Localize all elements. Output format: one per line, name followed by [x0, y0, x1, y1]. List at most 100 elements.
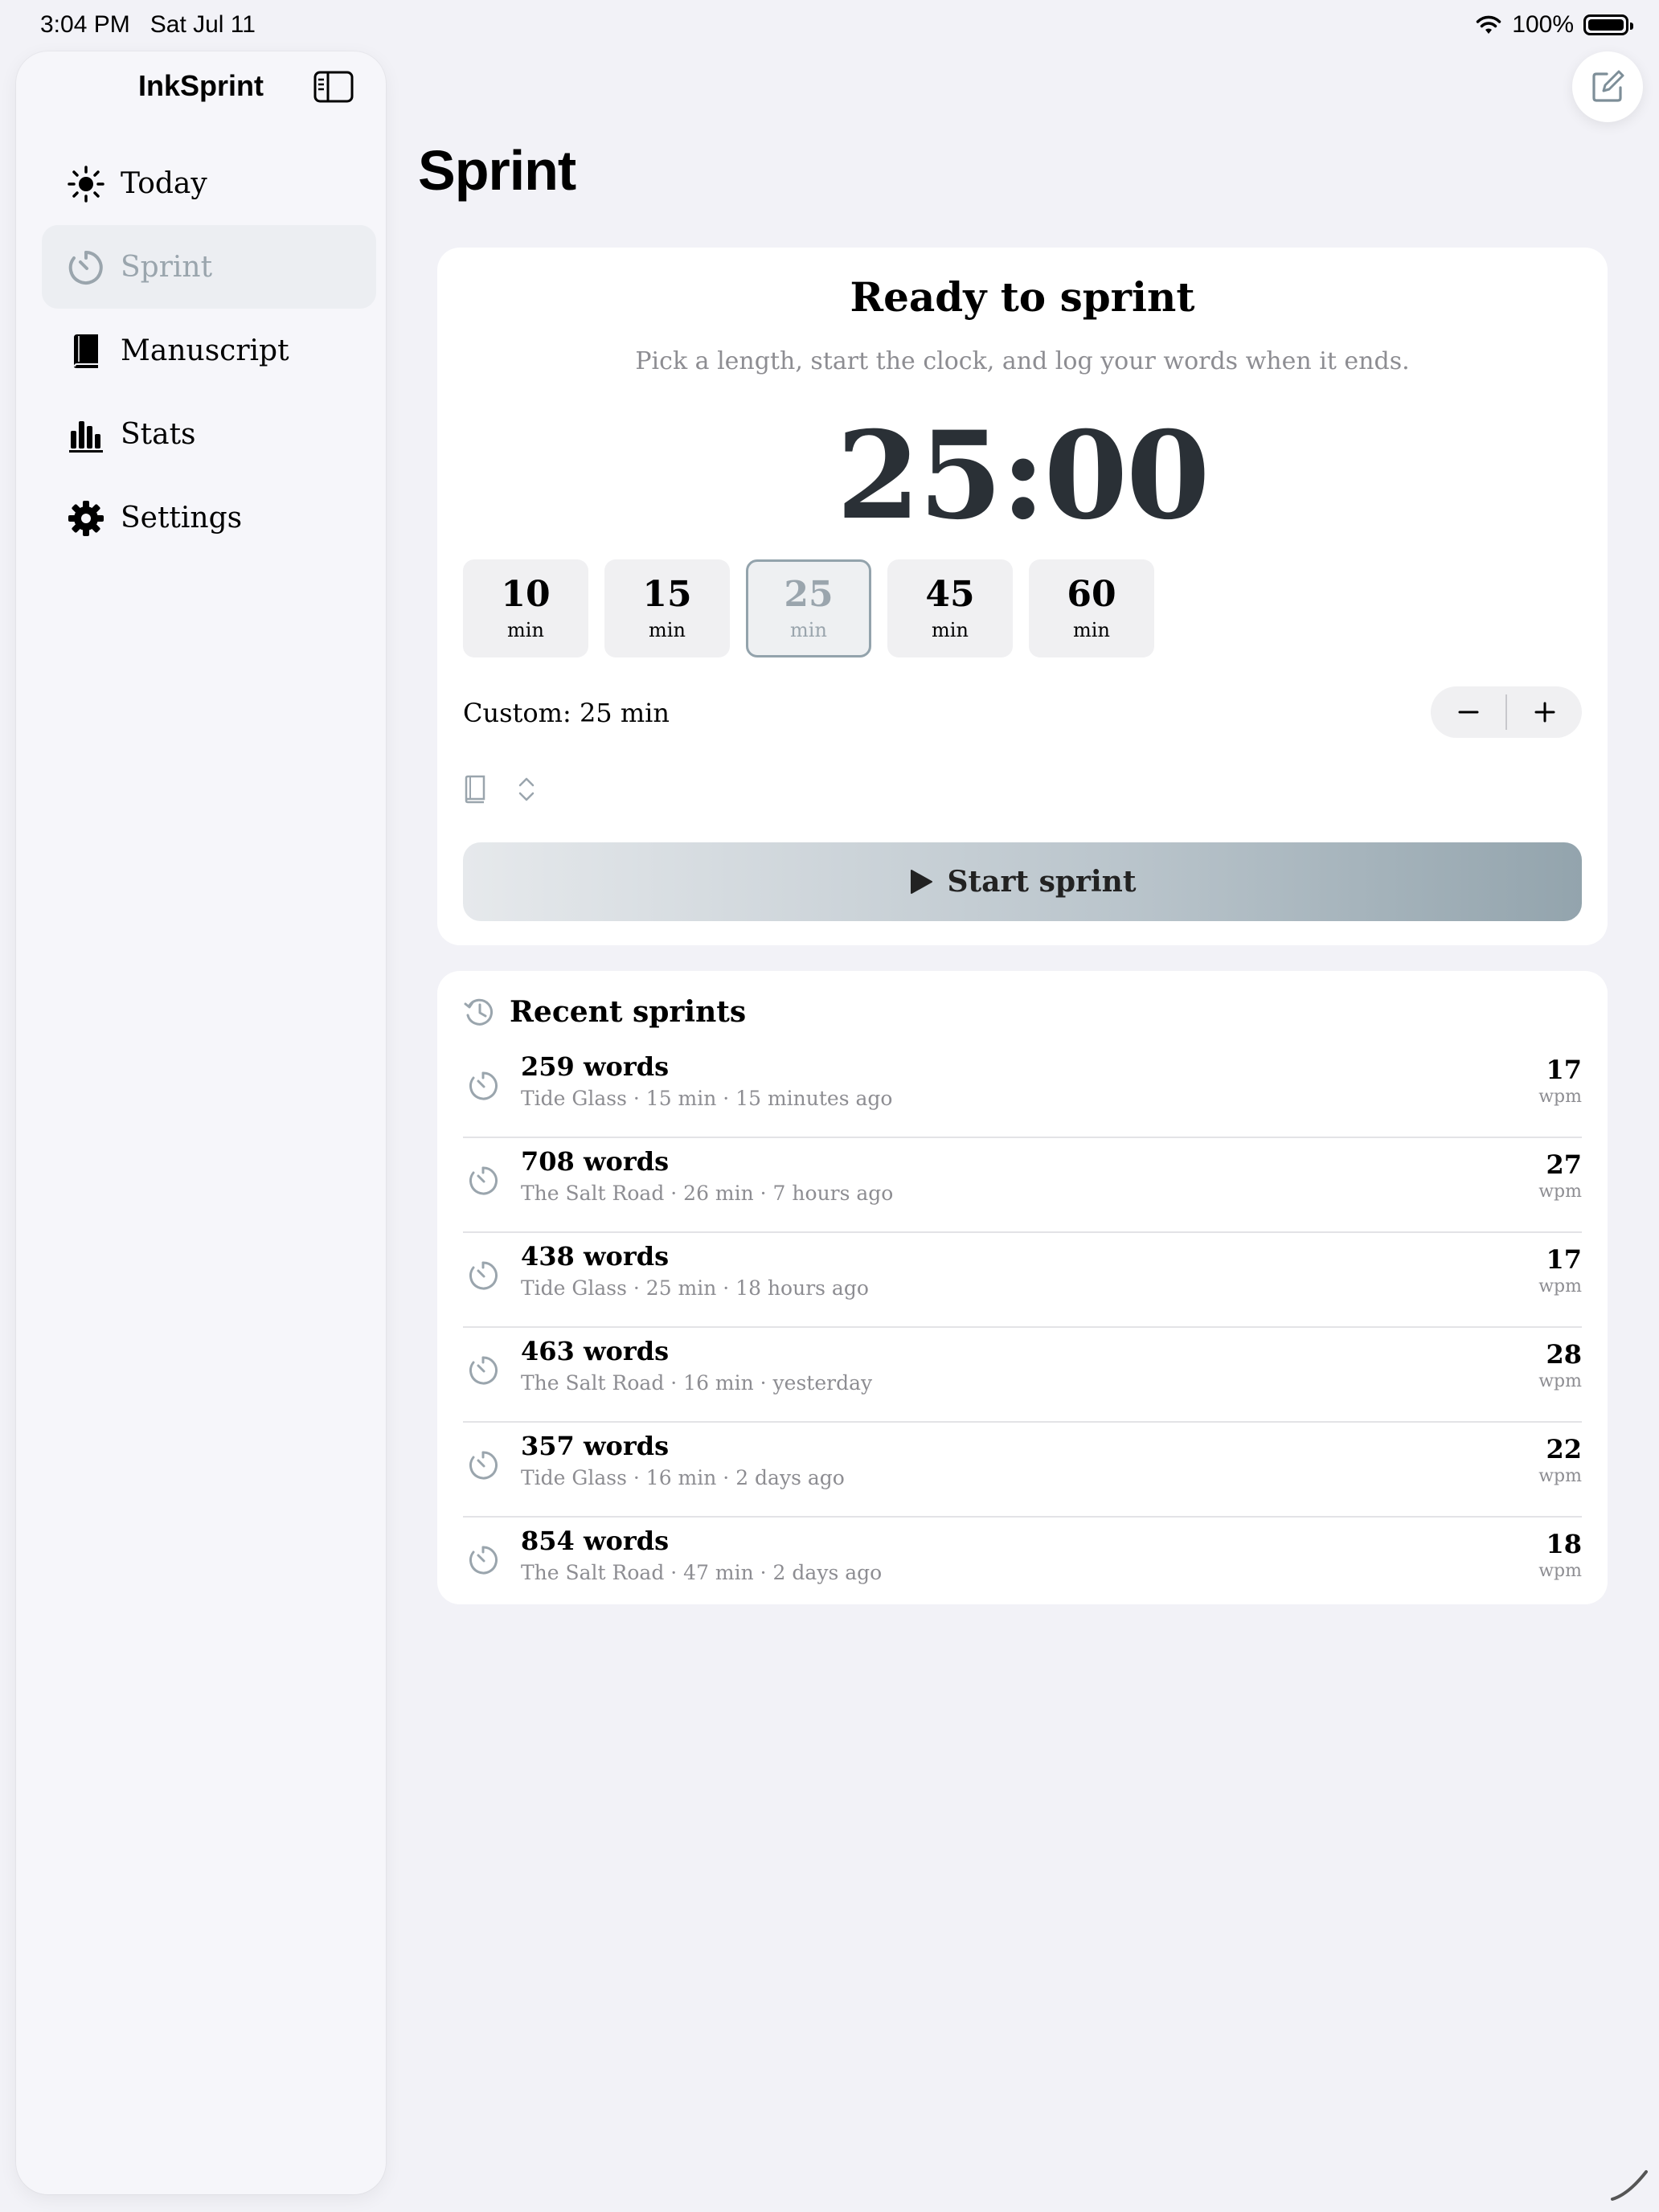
timer-icon — [469, 1546, 498, 1575]
sprint-meta: Tide Glass · 25 min · 18 hours ago — [521, 1276, 869, 1300]
custom-length-label: Custom: 25 min — [463, 698, 670, 728]
increment-button[interactable] — [1507, 686, 1582, 738]
preset-unit: min — [932, 619, 969, 641]
preset-unit: min — [649, 619, 686, 641]
status-clock: 3:04 PM — [40, 11, 130, 38]
sidebar-item-label: Stats — [121, 417, 196, 451]
sidebar-item-label: Manuscript — [121, 334, 289, 367]
preset-unit: min — [507, 619, 544, 641]
sidebar-item-today[interactable]: Today — [42, 141, 376, 225]
sprint-wpm-unit: wpm — [1538, 1561, 1582, 1581]
sprint-word-count: 854 words — [521, 1526, 670, 1556]
sprint-wpm-unit: wpm — [1538, 1087, 1582, 1107]
sidebar-item-label: Settings — [121, 501, 243, 535]
preset-unit: min — [1073, 619, 1110, 641]
sprint-meta: The Salt Road · 16 min · yesterday — [521, 1371, 873, 1395]
sidebar-item-manuscript[interactable]: Manuscript — [42, 309, 376, 392]
sprint-wpm-value: 18 — [1546, 1529, 1582, 1559]
list-item[interactable]: 438 words Tide Glass · 25 min · 18 hours… — [463, 1233, 1582, 1328]
start-sprint-button[interactable]: Start sprint — [463, 842, 1582, 921]
preset-25-button[interactable]: 25 min — [746, 559, 871, 657]
battery-icon — [1583, 14, 1633, 35]
sprint-card: Ready to sprint Pick a length, start the… — [437, 248, 1608, 945]
sidebar-item-stats[interactable]: Stats — [42, 392, 376, 476]
sidebar-item-sprint[interactable]: Sprint — [42, 225, 376, 309]
book-outline-icon — [465, 775, 485, 804]
decrement-button[interactable] — [1431, 686, 1505, 738]
minus-icon — [1458, 711, 1478, 714]
preset-value: 60 — [1067, 574, 1116, 615]
book-icon — [74, 334, 98, 368]
sprint-meta: Tide Glass · 16 min · 2 days ago — [521, 1466, 845, 1489]
bar-chart-icon — [69, 421, 103, 453]
sprint-wpm-unit: wpm — [1538, 1182, 1582, 1202]
timer-icon — [469, 1451, 498, 1480]
recent-sprints-list: 259 words Tide Glass · 15 min · 15 minut… — [463, 1043, 1582, 1612]
play-icon — [910, 870, 932, 894]
preset-value: 15 — [642, 574, 692, 615]
list-item[interactable]: 854 words The Salt Road · 47 min · 2 day… — [463, 1518, 1582, 1612]
recent-sprints-title: Recent sprints — [510, 995, 747, 1029]
list-item[interactable]: 357 words Tide Glass · 16 min · 2 days a… — [463, 1423, 1582, 1518]
preset-15-button[interactable]: 15 min — [604, 559, 730, 657]
recent-sprints-card: Recent sprints 259 words Tide Glass · 15… — [437, 971, 1608, 1604]
preset-60-button[interactable]: 60 min — [1029, 559, 1154, 657]
page-title: Sprint — [418, 139, 576, 202]
sidebar: InkSprint Today Sprint Manuscript Stats … — [16, 51, 386, 2194]
compose-button[interactable] — [1572, 51, 1643, 122]
preset-value: 45 — [925, 574, 975, 615]
preset-unit: min — [790, 619, 827, 641]
preset-45-button[interactable]: 45 min — [887, 559, 1013, 657]
compose-icon — [1592, 70, 1624, 102]
status-time: 3:04 PM Sat Jul 11 — [40, 11, 256, 39]
sprint-word-count: 357 words — [521, 1431, 670, 1461]
sprint-wpm-value: 28 — [1546, 1339, 1582, 1370]
custom-length-stepper — [1431, 686, 1582, 738]
list-item[interactable]: 708 words The Salt Road · 26 min · 7 hou… — [463, 1138, 1582, 1233]
start-sprint-label: Start sprint — [947, 865, 1137, 899]
timer-icon — [469, 1261, 498, 1290]
sidebar-nav: Today Sprint Manuscript Stats Settings — [42, 141, 376, 559]
sun-icon — [68, 166, 104, 203]
timer-icon — [469, 1166, 498, 1195]
sprint-subtitle: Pick a length, start the clock, and log … — [635, 347, 1410, 375]
preset-value: 10 — [501, 574, 551, 615]
sprint-wpm-value: 22 — [1546, 1434, 1582, 1464]
preset-value: 25 — [784, 574, 834, 615]
sprint-wpm-value: 17 — [1546, 1244, 1582, 1275]
preset-10-button[interactable]: 10 min — [463, 559, 588, 657]
sidebar-item-label: Today — [121, 166, 207, 200]
project-picker[interactable] — [463, 775, 535, 804]
preset-group: 10 min 15 min 25 min 45 min 60 min — [463, 559, 1154, 657]
sprint-word-count: 463 words — [521, 1336, 670, 1366]
sprint-meta: The Salt Road · 47 min · 2 days ago — [521, 1561, 883, 1584]
timer-icon — [469, 1356, 498, 1385]
sprint-word-count: 438 words — [521, 1241, 670, 1272]
status-right: 100% — [1475, 11, 1633, 39]
sidebar-item-settings[interactable]: Settings — [42, 476, 376, 559]
sprint-wpm-value: 17 — [1546, 1055, 1582, 1085]
gear-icon — [68, 501, 104, 536]
status-bar: 3:04 PM Sat Jul 11 100% — [0, 0, 1659, 51]
sidebar-item-label: Sprint — [121, 250, 213, 284]
sprint-meta: Tide Glass · 15 min · 15 minutes ago — [521, 1087, 893, 1110]
list-item[interactable]: 259 words Tide Glass · 15 min · 15 minut… — [463, 1043, 1582, 1138]
sprint-heading: Ready to sprint — [850, 273, 1195, 321]
list-item[interactable]: 463 words The Salt Road · 16 min · yeste… — [463, 1328, 1582, 1423]
sprint-word-count: 708 words — [521, 1146, 670, 1177]
chevron-up-down-icon — [518, 777, 535, 801]
timer-display: 25:00 — [836, 405, 1210, 547]
timer-icon — [68, 251, 103, 285]
sprint-wpm-unit: wpm — [1538, 1276, 1582, 1296]
sprint-wpm-unit: wpm — [1538, 1371, 1582, 1391]
sprint-wpm-value: 27 — [1546, 1149, 1582, 1180]
plus-icon — [1534, 702, 1555, 723]
battery-percent: 100% — [1512, 11, 1574, 38]
sidebar-toggle-icon[interactable] — [313, 71, 354, 103]
history-icon — [464, 998, 494, 1026]
timer-icon — [469, 1071, 498, 1100]
wifi-icon — [1477, 15, 1501, 34]
sprint-meta: The Salt Road · 26 min · 7 hours ago — [521, 1182, 894, 1205]
status-date: Sat Jul 11 — [150, 11, 256, 38]
sprint-word-count: 259 words — [521, 1051, 670, 1082]
